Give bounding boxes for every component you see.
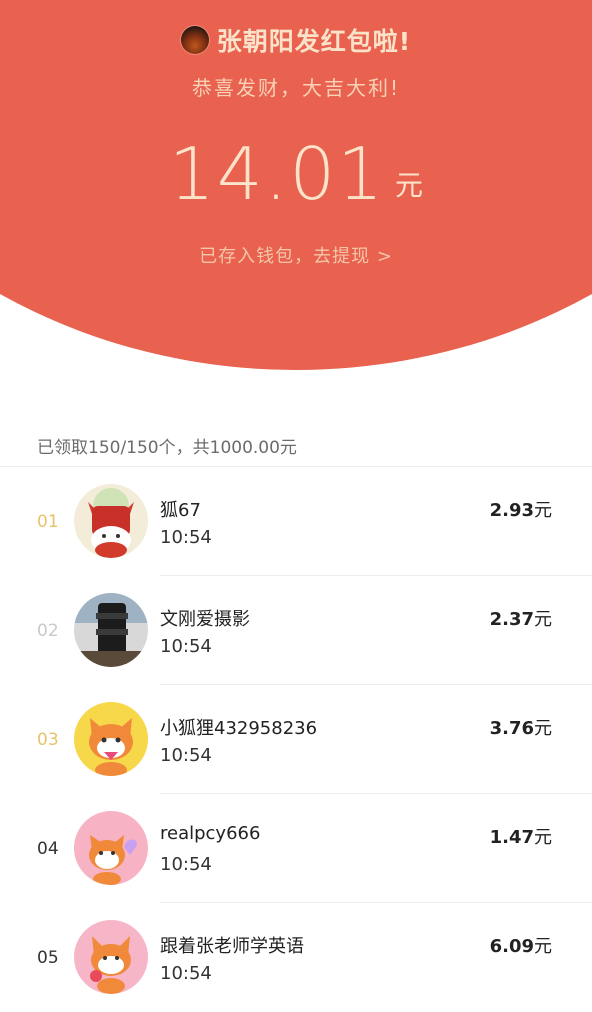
fox-pink-avatar[interactable] [74, 811, 148, 885]
list-item[interactable]: 02 文刚爱摄影 10:54 2.37元 [0, 576, 592, 685]
claim-amount: 1.47元 [489, 827, 552, 848]
recipient-name: 小狐狸432958236 [160, 718, 318, 739]
list-item[interactable]: 03 小狐狸432958236 10:54 3.76元 [0, 685, 592, 794]
claim-time: 10:54 [160, 527, 212, 548]
red-fox-avatar[interactable] [74, 484, 148, 558]
recipient-name: 文刚爱摄影 [160, 609, 250, 630]
withdraw-link[interactable]: 已存入钱包，去提现 > [0, 242, 592, 268]
claim-time: 10:54 [160, 963, 212, 984]
claim-time: 10:54 [160, 636, 212, 657]
claim-amount: 3.76元 [489, 718, 552, 739]
amount-unit: 元 [395, 169, 424, 202]
rank-number: 02 [37, 621, 59, 641]
list-item[interactable]: 04 realpcy666 10:54 1.47元 [0, 794, 592, 903]
red-packet-header: 张朝阳发红包啦! 恭喜发财，大吉大利! 14.01 元 已存入钱包，去提现 > [0, 0, 592, 400]
recipient-list: 01 狐67 10:54 2.93元 02 文刚爱摄影 10:54 2.37元 … [0, 467, 592, 1012]
recipient-name: realpcy666 [160, 823, 261, 844]
claim-summary: 已领取150/150个，共1000.00元 [37, 438, 297, 458]
list-item[interactable]: 01 狐67 10:54 2.93元 [0, 467, 592, 576]
rank-number: 03 [37, 730, 59, 750]
claim-amount: 6.09元 [489, 936, 552, 957]
fox-pink2-avatar[interactable] [74, 920, 148, 994]
list-item[interactable]: 05 跟着张老师学英语 10:54 6.09元 [0, 903, 592, 1012]
received-amount: 14.01 元 [0, 138, 592, 210]
camera-lens-avatar[interactable] [74, 593, 148, 667]
blessing-text: 恭喜发财，大吉大利! [191, 76, 401, 100]
sender-line: 张朝阳发红包啦! [0, 22, 592, 58]
sender-avatar[interactable] [180, 26, 209, 54]
rank-number: 05 [37, 948, 59, 968]
rank-number: 01 [37, 512, 59, 532]
rank-number: 04 [37, 839, 59, 859]
recipient-name: 跟着张老师学英语 [160, 936, 304, 957]
amount-value: 14.01 [168, 132, 386, 216]
claim-amount: 2.37元 [489, 609, 552, 630]
claim-time: 10:54 [160, 745, 212, 766]
claim-time: 10:54 [160, 854, 212, 875]
fox-yellow-avatar[interactable] [74, 702, 148, 776]
sender-text: 张朝阳发红包啦! [216, 27, 412, 56]
recipient-name: 狐67 [160, 500, 201, 521]
claim-amount: 2.93元 [489, 500, 552, 521]
